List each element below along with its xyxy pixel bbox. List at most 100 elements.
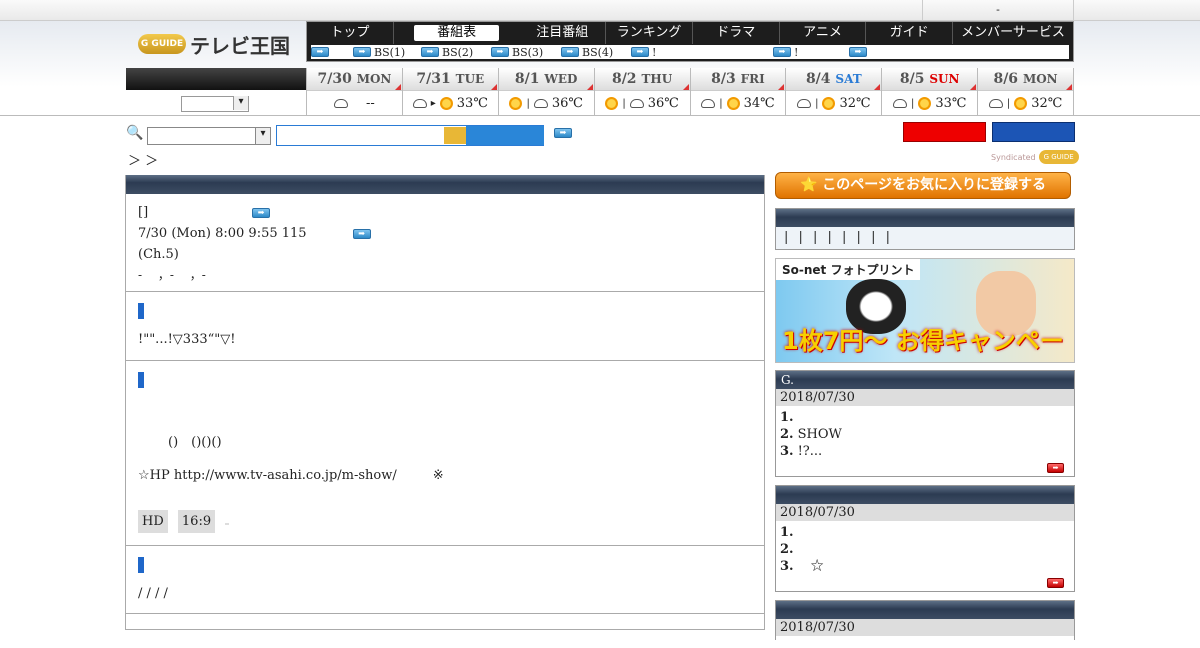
sidebar-links[interactable]: | | | | | | | | bbox=[776, 227, 1074, 249]
ranking-box-2: 2018/07/30 1. 2. 3. ☆ ➡ bbox=[775, 485, 1075, 592]
arrow-icon[interactable]: ➡ bbox=[252, 207, 271, 218]
arrow-icon[interactable]: ➡ bbox=[352, 228, 371, 239]
date-label: 7/31 bbox=[416, 71, 451, 87]
date-label: 8/4 bbox=[805, 71, 831, 87]
date-column[interactable]: 8/5 SUN | 33℃ bbox=[881, 68, 978, 116]
more-arrow-icon[interactable]: ➡ bbox=[1047, 463, 1064, 473]
blue-button[interactable] bbox=[992, 122, 1075, 142]
temperature: -- bbox=[366, 96, 375, 111]
section-marker bbox=[138, 372, 144, 388]
date-label: 8/2 bbox=[611, 71, 637, 87]
tab-ranking[interactable]: ランキング bbox=[606, 22, 693, 44]
cloudy-icon bbox=[892, 99, 907, 108]
sidebar-links-box: | | | | | | | | bbox=[775, 208, 1075, 250]
ranking-date: 2018/07/30 bbox=[776, 389, 1074, 406]
program-genre: / / / / bbox=[138, 586, 168, 601]
list-item[interactable]: 1. bbox=[780, 524, 1070, 541]
separator: | bbox=[719, 98, 723, 109]
top-bar: - bbox=[0, 0, 1200, 21]
date-strip-label bbox=[126, 68, 306, 90]
temperature: 34℃ bbox=[743, 96, 775, 111]
tab-featured[interactable]: 注目番組 bbox=[519, 22, 607, 44]
hd-tag: HD bbox=[138, 510, 168, 533]
tab-anime[interactable]: アニメ bbox=[780, 22, 867, 44]
arrow-icon: ➡ bbox=[849, 47, 867, 57]
ranking-header bbox=[776, 486, 1074, 504]
date-column[interactable]: 8/1 WED | 36℃ bbox=[497, 68, 594, 116]
red-button[interactable] bbox=[903, 122, 986, 142]
search-button[interactable] bbox=[466, 126, 544, 145]
tab-guide[interactable]: ガイド bbox=[866, 22, 954, 44]
sunny-icon bbox=[918, 97, 932, 110]
list-item[interactable]: 1. bbox=[780, 409, 1070, 426]
section-marker bbox=[138, 303, 144, 319]
date-tab[interactable]: 7/31 TUE bbox=[402, 68, 498, 90]
sunny-icon bbox=[605, 97, 619, 110]
cloudy-icon bbox=[334, 99, 349, 108]
site-logo[interactable]: G GUIDE テレビ王国 bbox=[126, 21, 306, 67]
date-column[interactable]: 8/2 THU | 36℃ bbox=[593, 68, 690, 116]
list-item[interactable]: 2. SHOW bbox=[780, 426, 1070, 443]
search-go-icon[interactable]: ➡ bbox=[554, 128, 572, 138]
tab-program-guide[interactable]: 番組表 bbox=[413, 25, 500, 41]
ranking-header bbox=[776, 601, 1074, 619]
sub-nav-item-bs1[interactable]: ➡ BS(1) bbox=[353, 46, 421, 59]
date-column[interactable]: 8/4 SAT | 32℃ bbox=[785, 68, 882, 116]
search-category-select[interactable] bbox=[147, 127, 271, 145]
region-select[interactable] bbox=[181, 96, 249, 112]
more-arrow-icon[interactable]: ➡ bbox=[1047, 578, 1064, 588]
ranking-date: 2018/07/30 bbox=[776, 619, 1074, 636]
sub-nav-item-5[interactable]: ➡! bbox=[631, 46, 773, 59]
sonet-photo-ad[interactable]: So-net フォトプリント 1枚7円〜 お得キャンペーン bbox=[775, 258, 1075, 363]
list-item[interactable]: 2. bbox=[780, 541, 1070, 558]
arrow-icon: ➡ bbox=[631, 47, 649, 57]
weather-row: | 33℃ bbox=[882, 90, 978, 116]
program-detail: [] ➡ 7/30 (Mon) 8:00 9:55 115 ➡ (Ch.5) - ，… bbox=[125, 175, 765, 630]
date-label: 8/6 bbox=[993, 71, 1019, 87]
date-tab[interactable]: 7/30 MON bbox=[307, 68, 402, 90]
add-favorite-button[interactable]: ⭐ このページをお気に入りに登録する bbox=[775, 172, 1071, 199]
date-tab[interactable]: 8/1 WED bbox=[498, 68, 594, 90]
date-label: 8/1 bbox=[514, 71, 540, 87]
list-item[interactable]: 3.!?... bbox=[780, 443, 1070, 460]
sub-nav-item-7[interactable]: ➡ bbox=[849, 47, 867, 57]
temperature: 32℃ bbox=[1031, 96, 1063, 111]
date-column[interactable]: 8/6 MON | 32℃ bbox=[977, 68, 1074, 116]
ranking-date: 2018/07/30 bbox=[776, 504, 1074, 521]
sub-nav-item-bs4[interactable]: ➡ BS(4) bbox=[561, 46, 631, 59]
tab-drama[interactable]: ドラマ bbox=[693, 22, 780, 44]
program-catch: !""...!▽333“"▽! bbox=[138, 332, 236, 347]
date-label: 7/30 bbox=[317, 71, 352, 87]
date-column[interactable]: 7/30 MON -- bbox=[306, 68, 402, 116]
program-catch-section: !""...!▽333“"▽! bbox=[126, 292, 764, 361]
date-tab[interactable]: 8/5 SUN bbox=[882, 68, 978, 90]
weekday-label: MON bbox=[356, 72, 392, 86]
date-tab[interactable]: 8/2 THU bbox=[594, 68, 690, 90]
date-tab[interactable]: 8/6 MON bbox=[978, 68, 1073, 90]
program-detail-section: () ()()() ☆HP http://www.tv-asahi.co.jp/… bbox=[126, 361, 764, 546]
date-tab[interactable]: 8/4 SAT bbox=[786, 68, 882, 90]
weekday-label: THU bbox=[641, 72, 673, 86]
tab-top[interactable]: トップ bbox=[307, 22, 394, 44]
program-hp-link[interactable]: ☆HP http://www.tv-asahi.co.jp/m-show/ bbox=[138, 468, 397, 483]
breadcrumb: ＞ ＞ bbox=[128, 154, 159, 169]
arrow-icon: ➡ bbox=[353, 47, 371, 57]
arrow-icon: ➡ bbox=[561, 47, 579, 57]
sub-nav-item-6[interactable]: ➡! bbox=[773, 46, 849, 59]
sub-nav-item-terrestrial[interactable]: ➡ bbox=[311, 47, 353, 57]
date-column[interactable]: 8/3 FRI | 34℃ bbox=[689, 68, 786, 116]
sub-nav-item-bs3[interactable]: ➡ BS(3) bbox=[491, 46, 561, 59]
date-column[interactable]: 7/31 TUE ▸ 33℃ bbox=[401, 68, 498, 116]
g-guide-icon bbox=[444, 127, 466, 144]
program-hp-note: ※ bbox=[432, 468, 444, 483]
weather-row: | 34℃ bbox=[690, 90, 786, 116]
list-item[interactable]: 3. ☆ bbox=[780, 558, 1070, 575]
separator: ▸ bbox=[430, 98, 436, 109]
date-columns: 7/30 MON -- 7/31 TUE ▸ 33℃ 8/1 WED | 36℃ 8/2 THU… bbox=[306, 68, 1074, 116]
date-tab[interactable]: 8/3 FRI bbox=[690, 68, 786, 90]
sub-nav-item-bs2[interactable]: ➡ BS(2) bbox=[421, 46, 491, 59]
program-datetime: 7/30 (Mon) 8:00 9:55 115 bbox=[138, 226, 307, 241]
sunny-icon bbox=[726, 97, 740, 110]
date-label: 8/5 bbox=[899, 71, 925, 87]
tab-member-service[interactable]: メンバーサービス bbox=[953, 22, 1073, 44]
